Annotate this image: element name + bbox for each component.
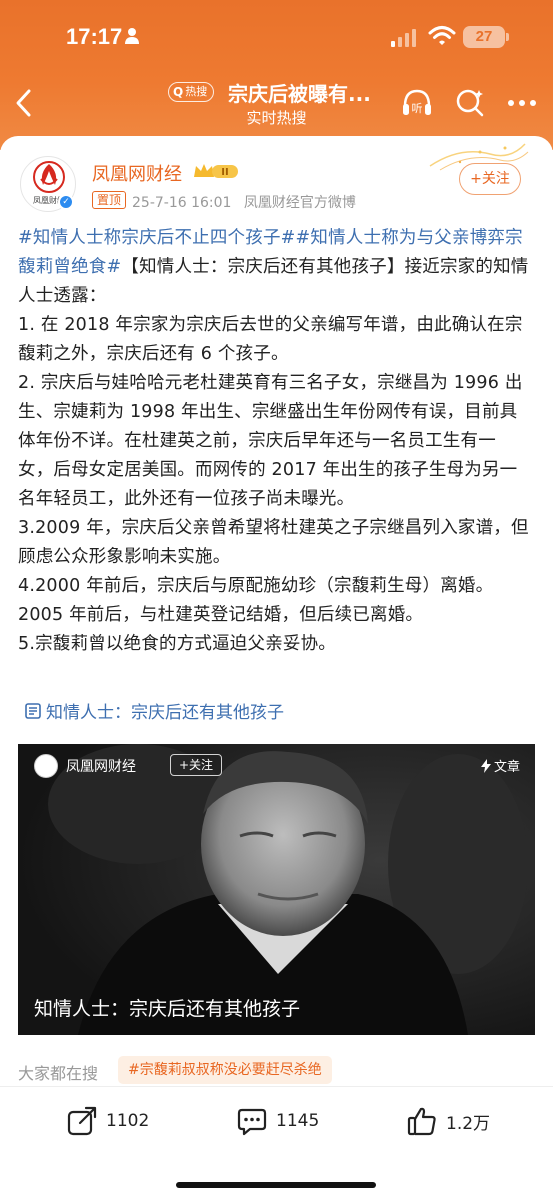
status-bar: 17:17 27 [0, 0, 553, 70]
battery-indicator: 27 [463, 26, 505, 48]
svg-text:II: II [221, 167, 228, 178]
comment-count: 1145 [276, 1111, 320, 1131]
trending-chip[interactable]: #宗馥莉叔叔称没必要赶尽杀绝 [118, 1056, 332, 1084]
verified-badge-icon: ✓ [58, 194, 74, 210]
post-point: 5.宗馥莉曾以绝食的方式逼迫父亲妥协。 [18, 634, 336, 654]
post-card: 凤凰财经 ✓ 凤凰网财经 II 置顶 25-7-16 16:01 凤凰财经官方微… [0, 136, 553, 1200]
author-name[interactable]: 凤凰网财经 [92, 160, 182, 186]
header: 17:17 27 Q 热搜 宗庆后被曝有... 实时热搜 听 [0, 0, 553, 150]
post-first-paragraph: #知情人士称宗庆后不止四个孩子##知情人士称为与父亲博弈宗馥莉曾绝食#【知情人士… [18, 224, 530, 311]
like-count: 1.2万 [446, 1113, 491, 1134]
article-type: 文章 [480, 756, 520, 775]
article-follow-button[interactable]: +关注 [170, 754, 223, 776]
post-point: 1. 在 2018 年宗家为宗庆后去世的父亲编写年谱，由此确认在宗馥莉之外，宗庆… [18, 315, 523, 364]
crown-level-badge-icon: II [194, 164, 238, 178]
phoenix-logo-icon [33, 161, 65, 193]
post-date: 25-7-16 16:01 [132, 195, 232, 211]
topic-link[interactable]: #知情人士称宗庆后不止四个孩子# [18, 228, 296, 248]
comment-icon [237, 1108, 267, 1136]
article-type-label: 文章 [494, 760, 521, 775]
comment-button[interactable]: 1145 [236, 1103, 319, 1139]
article-link-icon [25, 702, 41, 719]
repost-count: 1102 [106, 1111, 150, 1131]
hot-search-icon: Q [173, 85, 184, 99]
article-source-logo [34, 754, 58, 778]
status-time: 17:17 [66, 24, 123, 49]
article-link[interactable]: 知情人士：宗庆后还有其他孩子 [24, 698, 284, 723]
hot-search-badge: Q 热搜 [168, 82, 215, 102]
svg-text:听: 听 [412, 102, 423, 115]
pinned-tag: 置顶 [92, 191, 127, 209]
follow-button[interactable]: +关注 [459, 163, 521, 195]
post-point: 2. 宗庆后与娃哈哈元老杜建英育有三名子女，宗继昌为 1996 出生、宗婕莉为 … [18, 373, 523, 509]
hot-search-badge-label: 热搜 [185, 85, 208, 98]
person-icon [125, 28, 139, 44]
article-caption: 知情人士：宗庆后还有其他孩子 [34, 998, 301, 1020]
wifi-icon [428, 26, 456, 45]
more-icon[interactable] [502, 86, 542, 120]
trending-label: 大家都在搜 [18, 1064, 99, 1083]
post-body: #知情人士称宗庆后不止四个孩子##知情人士称为与父亲博弈宗馥莉曾绝食#【知情人士… [18, 224, 530, 659]
thumbs-up-icon [407, 1107, 436, 1136]
post-source: 凤凰财经官方微博 [243, 195, 356, 211]
repost-button[interactable]: 1102 [66, 1103, 149, 1139]
article-photo [18, 744, 535, 1035]
article-card[interactable]: 凤凰网财经 +关注 文章 知情人士：宗庆后还有其他孩子 [18, 744, 535, 1035]
article-link-text: 知情人士：宗庆后还有其他孩子 [46, 703, 284, 723]
home-indicator[interactable] [176, 1182, 376, 1188]
post-point: 3.2009 年，宗庆后父亲曾希望将杜建英之子宗继昌列入家谱，但顾虑公众形象影响… [18, 518, 529, 567]
search-icon[interactable] [453, 86, 487, 120]
post-point: 4.2000 年前后，宗庆后与原配施幼珍（宗馥莉生母）离婚。2005 年前后，与… [18, 576, 494, 625]
listen-headphones-icon[interactable]: 听 [400, 86, 434, 120]
post-meta: 25-7-16 16:01 凤凰财经官方微博 [132, 192, 356, 212]
battery-tip [506, 33, 509, 41]
like-button[interactable]: 1.2万 [406, 1103, 490, 1139]
signal-icon [391, 29, 416, 47]
page-title: 宗庆后被曝有... [228, 82, 371, 106]
article-source: 凤凰网财经 [66, 759, 136, 775]
repost-icon [67, 1106, 97, 1136]
lightning-icon [481, 758, 491, 773]
